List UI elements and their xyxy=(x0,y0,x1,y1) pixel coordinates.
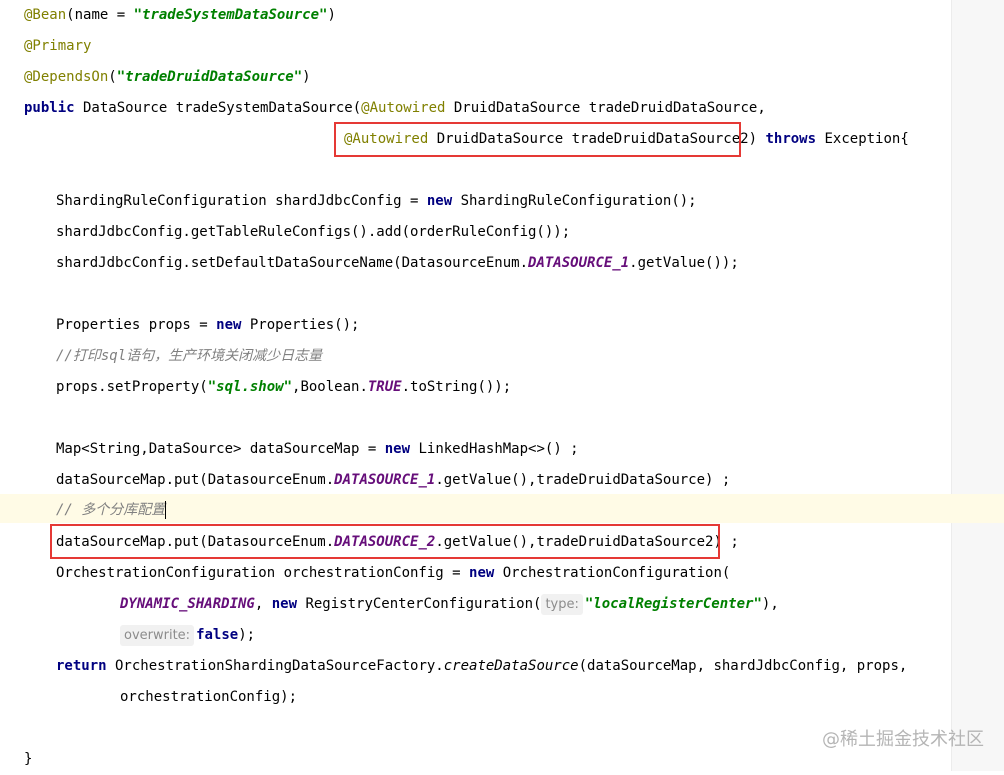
highlight-box-datasource-2-put xyxy=(50,524,720,559)
annotation: @Bean xyxy=(24,7,67,23)
code-line-method-signature: public DataSource tradeSystemDataSource(… xyxy=(24,93,766,124)
code-text: DataSource tradeSystemDataSource( xyxy=(74,100,362,116)
code-line-orchestration-arg: orchestrationConfig); xyxy=(120,682,297,713)
keyword: new xyxy=(271,596,298,612)
code-text: DruidDataSource tradeDruidDataSource, xyxy=(445,100,766,116)
code-text: dataSourceMap.put(DatasourceEnum. xyxy=(56,472,335,488)
code-text: shardJdbcConfig.setDefaultDataSourceName… xyxy=(56,255,529,271)
code-text: (name = xyxy=(66,7,134,23)
code-line-sql-show: props.setProperty("sql.show",Boolean.TRU… xyxy=(56,372,511,403)
keyword: new xyxy=(426,193,453,209)
code-line-overwrite: overwrite: false); xyxy=(120,620,255,651)
text-cursor xyxy=(165,501,167,519)
keyword: false xyxy=(196,627,239,643)
parameter-hint: type: xyxy=(541,594,583,615)
code-text: , xyxy=(254,596,272,612)
code-text: } xyxy=(24,751,33,767)
code-line-comment-sql: //打印sql语句，生产环境关闭减少日志量 xyxy=(56,341,322,372)
code-line-bean: @Bean(name = "tradeSystemDataSource") xyxy=(24,0,336,31)
enum-constant: DYNAMIC_SHARDING xyxy=(120,596,255,612)
string-literal: "tradeSystemDataSource" xyxy=(133,7,328,23)
code-line-put-datasource-1: dataSourceMap.put(DatasourceEnum.DATASOU… xyxy=(56,465,730,496)
annotation: @Primary xyxy=(24,38,92,54)
editor-right-gutter xyxy=(951,0,1004,771)
code-line-orchestration-config: OrchestrationConfiguration orchestration… xyxy=(56,558,730,589)
highlight-box-autowired-param xyxy=(334,122,741,157)
keyword: throws xyxy=(757,131,817,147)
annotation: @Autowired xyxy=(361,100,446,116)
code-text: (dataSourceMap, shardJdbcConfig, props, xyxy=(578,658,908,674)
code-line-depends-on: @DependsOn("tradeDruidDataSource") xyxy=(24,62,311,93)
enum-constant: DATASOURCE_1 xyxy=(334,472,436,488)
code-text: RegistryCenterConfiguration( xyxy=(297,596,542,612)
code-line-sharding-config: ShardingRuleConfiguration shardJdbcConfi… xyxy=(56,186,697,217)
enum-constant: TRUE xyxy=(367,379,402,395)
code-text: OrchestrationShardingDataSourceFactory. xyxy=(106,658,444,674)
code-text: Properties props = xyxy=(56,317,217,333)
comment: // 多个分库配置 xyxy=(56,502,166,518)
code-text: OrchestrationConfiguration orchestration… xyxy=(56,565,470,581)
code-text: shardJdbcConfig.getTableRuleConfigs().ad… xyxy=(56,224,571,240)
code-line-properties: Properties props = new Properties(); xyxy=(56,310,359,341)
code-text: ( xyxy=(108,69,117,85)
code-text: .getValue()); xyxy=(629,255,739,271)
enum-constant: DATASOURCE_1 xyxy=(528,255,630,271)
code-text: Properties(); xyxy=(241,317,360,333)
string-literal: "sql.show" xyxy=(207,379,293,395)
code-line-comment-multi-db[interactable]: // 多个分库配置 xyxy=(56,495,167,526)
code-line-datasource-map: Map<String,DataSource> dataSourceMap = n… xyxy=(56,434,579,465)
string-literal: "tradeDruidDataSource" xyxy=(116,69,303,85)
code-text: orchestrationConfig); xyxy=(120,689,298,705)
code-line-table-rules: shardJdbcConfig.getTableRuleConfigs().ad… xyxy=(56,217,570,248)
code-text: props.setProperty( xyxy=(56,379,208,395)
string-literal: "localRegisterCenter" xyxy=(584,596,762,612)
code-line-closing-brace: } xyxy=(24,744,32,775)
code-line-primary: @Primary xyxy=(24,31,91,62)
keyword: new xyxy=(384,441,411,457)
keyword: return xyxy=(56,658,107,674)
parameter-hint: overwrite: xyxy=(120,625,195,646)
watermark: @稀土掘金技术社区 xyxy=(822,729,984,750)
code-text: ,Boolean. xyxy=(292,379,368,395)
code-line-return: return OrchestrationShardingDataSourceFa… xyxy=(56,651,907,682)
code-text: ShardingRuleConfiguration(); xyxy=(452,193,697,209)
static-method-call: createDataSource xyxy=(443,658,579,674)
code-text: ); xyxy=(238,627,256,643)
code-line-default-datasource: shardJdbcConfig.setDefaultDataSourceName… xyxy=(56,248,739,279)
code-text: ) xyxy=(327,7,336,23)
code-text: ShardingRuleConfiguration shardJdbcConfi… xyxy=(56,193,427,209)
code-text: OrchestrationConfiguration( xyxy=(494,565,731,581)
keyword: new xyxy=(469,565,495,581)
code-text: Map<String,DataSource> dataSourceMap = xyxy=(56,441,385,457)
code-text: LinkedHashMap<>() ; xyxy=(410,441,579,457)
code-text: Exception{ xyxy=(816,131,909,147)
code-text: ) xyxy=(302,69,311,85)
annotation: @DependsOn xyxy=(24,69,109,85)
code-text: ), xyxy=(761,596,779,612)
keyword: public xyxy=(24,100,75,116)
code-text: .toString()); xyxy=(401,379,512,395)
keyword: new xyxy=(216,317,242,333)
code-text: .getValue(),tradeDruidDataSource) ; xyxy=(435,472,731,488)
comment: //打印sql语句，生产环境关闭减少日志量 xyxy=(56,348,323,364)
code-line-dynamic-sharding: DYNAMIC_SHARDING, new RegistryCenterConf… xyxy=(120,589,779,620)
